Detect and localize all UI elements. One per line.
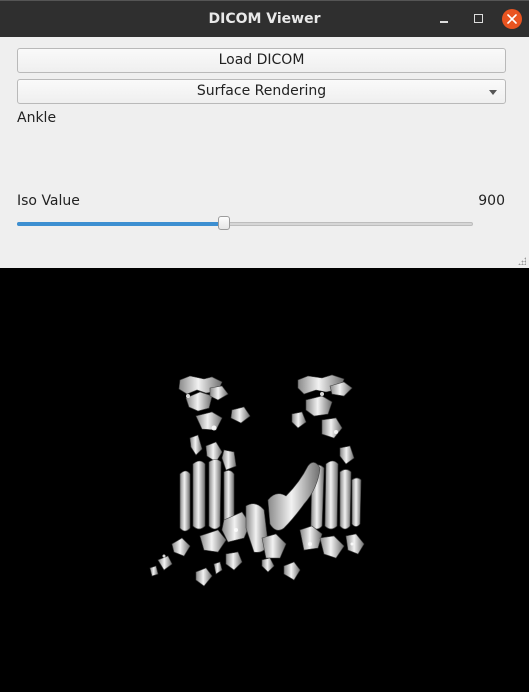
resize-grip-icon[interactable] xyxy=(518,257,526,265)
title-bar[interactable]: DICOM Viewer xyxy=(0,0,529,37)
slider-fill xyxy=(17,222,225,226)
load-dicom-button[interactable]: Load DICOM xyxy=(17,48,506,73)
ankle-bone-surface-render xyxy=(149,374,365,587)
render-mode-selected: Surface Rendering xyxy=(196,83,327,99)
close-icon[interactable] xyxy=(502,9,522,29)
control-panel: Load DICOM Surface Rendering Ankle Iso V… xyxy=(0,37,529,268)
chevron-down-icon xyxy=(489,90,497,95)
3d-render-viewport[interactable] xyxy=(0,268,529,692)
iso-value-label: Iso Value xyxy=(17,193,80,209)
app-window: DICOM Viewer Load DICOM Surface Renderin… xyxy=(0,0,529,692)
slider-handle[interactable] xyxy=(218,216,231,230)
iso-value-slider[interactable] xyxy=(17,214,473,234)
maximize-icon[interactable] xyxy=(470,10,488,28)
iso-value-readout: 900 xyxy=(478,193,505,209)
dataset-label: Ankle xyxy=(17,110,57,126)
render-mode-dropdown[interactable]: Surface Rendering xyxy=(17,79,506,104)
minimize-icon[interactable] xyxy=(435,10,453,28)
